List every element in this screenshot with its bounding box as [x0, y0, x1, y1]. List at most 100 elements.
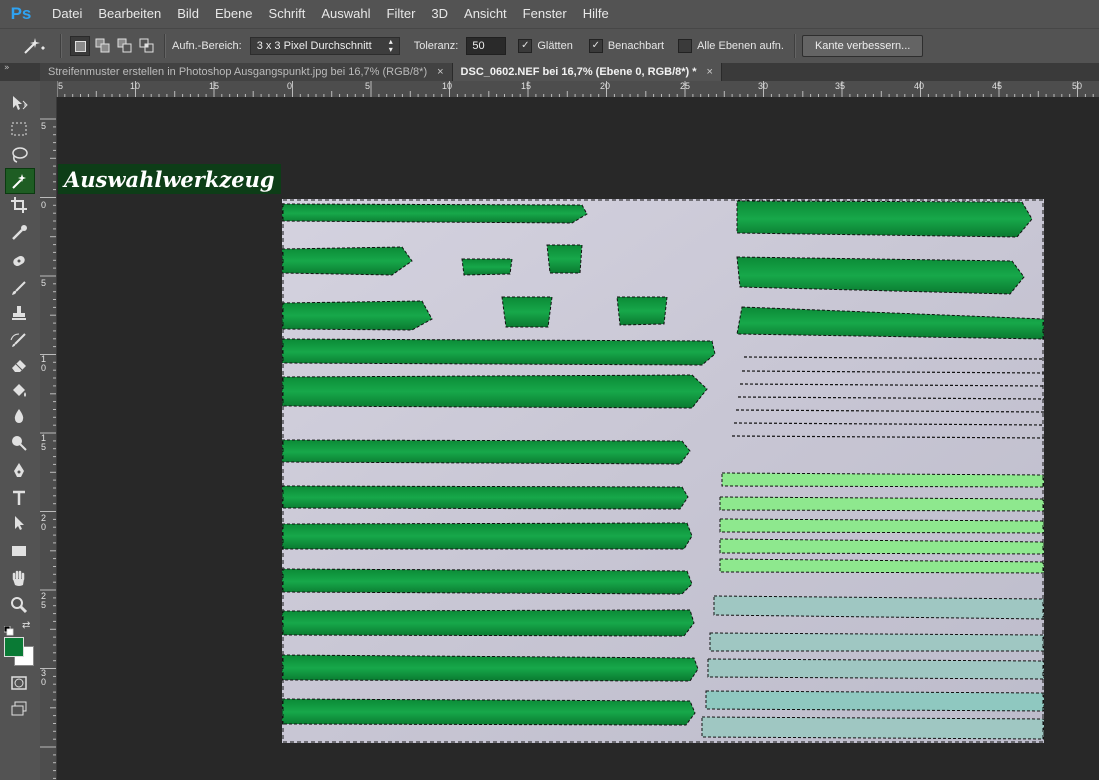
ruler-label: 40 [914, 81, 925, 91]
ruler-label: 5 [41, 121, 47, 131]
antialias-label: Glätten [537, 40, 573, 52]
sample-size-select[interactable]: 3 x 3 Pixel Durchschnitt ▴ ▾ [249, 37, 400, 55]
ruler-label: 30 [758, 81, 769, 91]
paint-stroke [707, 658, 1044, 680]
move-icon [13, 96, 28, 110]
crop-tool[interactable] [5, 193, 33, 217]
blur-tool[interactable] [5, 404, 33, 428]
ruler-origin[interactable] [40, 81, 57, 97]
eyedropper-icon [12, 225, 27, 240]
refine-edge-button[interactable]: Kante verbessern... [801, 35, 924, 57]
move-tool[interactable] [5, 91, 33, 115]
new-selection-button[interactable] [70, 36, 90, 56]
tab-label: Streifenmuster erstellen in Photoshop Au… [48, 66, 428, 78]
ruler-label: 10 [442, 81, 453, 91]
clone-stamp-tool[interactable] [5, 301, 33, 325]
default-colors-icon[interactable] [3, 621, 14, 636]
subtract-selection-button[interactable] [116, 37, 134, 55]
paint-stroke [282, 568, 693, 595]
ruler-label: 35 [835, 81, 846, 91]
contiguous-label: Benachbart [607, 40, 665, 52]
menu-3d[interactable]: 3D [423, 0, 456, 28]
menu-datei[interactable]: Datei [44, 0, 90, 28]
updown-icon: ▴ ▾ [388, 37, 393, 54]
paint-bucket-tool[interactable] [5, 379, 33, 403]
tolerance-input[interactable]: 50 [466, 37, 507, 55]
ruler-label: 50 [1072, 81, 1083, 91]
hand-tool[interactable] [5, 567, 33, 591]
tolerance-label: Toleranz: [413, 40, 459, 52]
menu-hilfe[interactable]: Hilfe [575, 0, 617, 28]
magnifier-icon [11, 597, 28, 614]
eraser-tool[interactable] [5, 353, 33, 377]
stamp-icon [12, 306, 26, 320]
all-layers-label: Alle Ebenen aufn. [697, 40, 784, 52]
menu-ebene[interactable]: Ebene [207, 0, 261, 28]
ruler-label: 1 5 [41, 433, 47, 452]
checkmark-icon: ✓ [518, 39, 533, 53]
antialias-option[interactable]: ✓ Glätten [518, 39, 573, 53]
menu-filter[interactable]: Filter [379, 0, 424, 28]
tab-document-2[interactable]: DSC_0602.NEF bei 16,7% (Ebene 0, RGB/8*)… [452, 63, 722, 81]
tool-preset-picker[interactable] [14, 33, 54, 59]
menu-bar: Ps Datei Bearbeiten Bild Ebene Schrift A… [0, 0, 1099, 28]
paint-stroke [282, 609, 695, 637]
pen-icon [14, 463, 24, 477]
rectangle-icon [12, 546, 26, 556]
paint-stroke [616, 296, 668, 326]
paint-stroke [713, 595, 1044, 620]
add-selection-button[interactable] [94, 37, 112, 55]
menu-bearbeiten[interactable]: Bearbeiten [90, 0, 169, 28]
healing-brush-tool[interactable] [5, 249, 33, 273]
menu-bild[interactable]: Bild [169, 0, 207, 28]
paint-stroke [282, 374, 708, 409]
paint-stroke [501, 296, 553, 328]
path-selection-tool[interactable] [5, 511, 33, 535]
paint-stroke [719, 558, 1044, 574]
rectangular-marquee-tool[interactable] [5, 117, 33, 141]
tools-panel-collapse[interactable]: » [0, 63, 40, 81]
brush-tool[interactable] [5, 276, 33, 300]
document-image[interactable] [282, 199, 1044, 743]
ruler-label: 5 [41, 278, 47, 288]
contiguous-option[interactable]: ✓ Benachbart [588, 39, 665, 53]
dodge-tool[interactable] [5, 431, 33, 455]
quick-mask-button[interactable] [5, 671, 33, 695]
paint-stroke [736, 256, 1025, 295]
history-brush-tool[interactable] [5, 328, 33, 352]
ruler-label: 2 5 [41, 591, 47, 610]
horizontal-ruler[interactable]: 5 10 15 20 5 0 5 10 15 20 25 30 35 40 45… [57, 81, 1099, 98]
paint-bucket-icon [13, 384, 26, 397]
menu-fenster[interactable]: Fenster [515, 0, 575, 28]
tools-panel: ⇄ [0, 81, 41, 780]
menu-schrift[interactable]: Schrift [261, 0, 314, 28]
screen-mode-button[interactable] [5, 697, 33, 721]
subtract-selection-icon [117, 38, 132, 53]
lasso-tool[interactable] [5, 143, 33, 167]
magic-wand-icon [24, 38, 45, 54]
crop-icon [11, 197, 27, 213]
separator [793, 34, 796, 58]
paint-stroke [719, 518, 1044, 534]
menu-auswahl[interactable]: Auswahl [313, 0, 378, 28]
magic-wand-tool[interactable] [5, 168, 35, 194]
intersect-selection-button[interactable] [138, 37, 156, 55]
rectangle-tool[interactable] [5, 539, 33, 563]
add-selection-icon [95, 38, 110, 53]
tab-document-1[interactable]: Streifenmuster erstellen in Photoshop Au… [40, 63, 453, 81]
close-icon[interactable]: × [707, 66, 713, 78]
menu-ansicht[interactable]: Ansicht [456, 0, 515, 28]
close-icon[interactable]: × [437, 66, 443, 78]
type-tool[interactable] [5, 486, 33, 510]
eyedropper-tool[interactable] [5, 221, 33, 245]
paint-stroke [282, 654, 699, 682]
history-brush-icon [10, 333, 26, 347]
paint-stroke [546, 244, 583, 274]
zoom-tool[interactable] [5, 593, 33, 617]
paint-stroke [282, 203, 588, 224]
vertical-ruler[interactable]: 5 0 5 1 0 1 5 2 0 2 5 3 0 [40, 97, 57, 780]
all-layers-option[interactable]: Alle Ebenen aufn. [678, 39, 784, 53]
pen-tool[interactable] [5, 459, 33, 483]
foreground-color-swatch[interactable] [4, 637, 24, 657]
swap-colors-icon[interactable]: ⇄ [22, 620, 34, 632]
